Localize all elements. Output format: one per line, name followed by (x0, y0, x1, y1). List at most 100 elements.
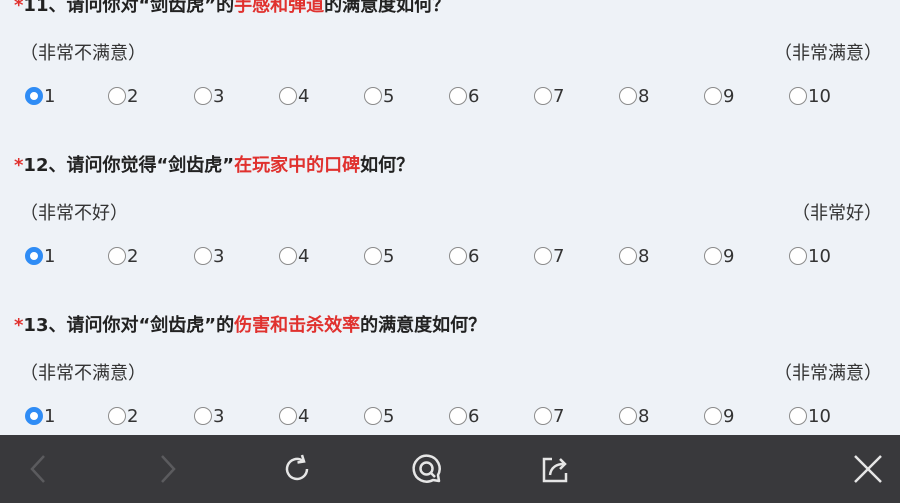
rating-option-8[interactable]: 8 (619, 404, 649, 428)
radio-button[interactable] (108, 407, 126, 425)
rating-option-label: 3 (213, 85, 225, 107)
rating-option-5[interactable]: 5 (364, 84, 394, 108)
radio-button[interactable] (704, 407, 722, 425)
rating-option-8[interactable]: 8 (619, 244, 649, 268)
rating-option-3[interactable]: 3 (194, 244, 224, 268)
rating-option-label: 8 (638, 245, 650, 267)
back-icon (30, 455, 45, 483)
radio-button[interactable] (449, 247, 467, 265)
rating-option-2[interactable]: 2 (108, 404, 138, 428)
rating-option-label: 10 (808, 245, 831, 267)
radio-button[interactable] (108, 87, 126, 105)
radio-button[interactable] (194, 247, 212, 265)
question-title: *13、请问你对“剑齿虎”的伤害和击杀效率的满意度如何？ (14, 314, 486, 338)
rating-option-6[interactable]: 6 (449, 404, 479, 428)
rating-option-1[interactable]: 1 (25, 84, 55, 108)
rating-option-label: 9 (723, 85, 735, 107)
rating-option-label: 4 (298, 405, 310, 427)
rating-option-label: 6 (468, 405, 480, 427)
rating-option-label: 10 (808, 85, 831, 107)
rating-option-label: 4 (298, 245, 310, 267)
rating-option-9[interactable]: 9 (704, 404, 734, 428)
radio-button[interactable] (364, 247, 382, 265)
share-icon (542, 457, 568, 483)
search-button[interactable] (407, 449, 447, 489)
back-button[interactable] (18, 449, 58, 489)
radio-button[interactable] (534, 407, 552, 425)
refresh-button[interactable] (277, 449, 317, 489)
rating-option-label: 10 (808, 405, 831, 427)
rating-options: 1 2 3 4 5 6 7 8 9 10 (0, 84, 900, 108)
rating-option-7[interactable]: 7 (534, 404, 564, 428)
rating-option-1[interactable]: 1 (25, 244, 55, 268)
scale-labels: （非常不好） （非常好） (0, 199, 900, 225)
radio-button[interactable] (364, 87, 382, 105)
rating-option-9[interactable]: 9 (704, 244, 734, 268)
radio-button[interactable] (789, 247, 807, 265)
question-highlight: 伤害和击杀效率 (234, 315, 361, 336)
radio-button[interactable] (789, 87, 807, 105)
rating-option-label: 9 (723, 405, 735, 427)
rating-option-6[interactable]: 6 (449, 244, 479, 268)
rating-option-3[interactable]: 3 (194, 84, 224, 108)
rating-option-label: 6 (468, 85, 480, 107)
radio-button[interactable] (25, 87, 43, 105)
rating-option-10[interactable]: 10 (789, 84, 831, 108)
rating-option-label: 8 (638, 405, 650, 427)
radio-button[interactable] (704, 87, 722, 105)
rating-option-6[interactable]: 6 (449, 84, 479, 108)
rating-option-10[interactable]: 10 (789, 404, 831, 428)
rating-option-10[interactable]: 10 (789, 244, 831, 268)
rating-option-8[interactable]: 8 (619, 84, 649, 108)
radio-button[interactable] (364, 407, 382, 425)
rating-option-label: 4 (298, 85, 310, 107)
rating-option-4[interactable]: 4 (279, 84, 309, 108)
rating-option-label: 5 (383, 245, 395, 267)
forward-button[interactable] (148, 449, 188, 489)
rating-option-7[interactable]: 7 (534, 84, 564, 108)
rating-option-9[interactable]: 9 (704, 84, 734, 108)
radio-button[interactable] (534, 247, 552, 265)
radio-button[interactable] (619, 87, 637, 105)
rating-option-4[interactable]: 4 (279, 244, 309, 268)
rating-option-5[interactable]: 5 (364, 244, 394, 268)
radio-button[interactable] (279, 247, 297, 265)
rating-option-label: 3 (213, 245, 225, 267)
radio-button[interactable] (534, 87, 552, 105)
rating-option-2[interactable]: 2 (108, 244, 138, 268)
close-icon (854, 455, 882, 483)
question-12: *12、请问你觉得“剑齿虎”在玩家中的口碑如何？ （非常不好） （非常好） 12… (0, 154, 900, 315)
radio-button[interactable] (194, 87, 212, 105)
rating-option-1[interactable]: 1 (25, 404, 55, 428)
radio-button[interactable] (789, 407, 807, 425)
radio-button[interactable] (108, 247, 126, 265)
rating-option-label: 3 (213, 405, 225, 427)
rating-option-4[interactable]: 4 (279, 404, 309, 428)
radio-button[interactable] (704, 247, 722, 265)
scale-right-label: （非常好） (792, 203, 882, 224)
radio-button[interactable] (449, 87, 467, 105)
forward-icon (161, 455, 176, 483)
rating-option-5[interactable]: 5 (364, 404, 394, 428)
scale-left-label: （非常不好） (20, 203, 128, 224)
radio-button[interactable] (194, 407, 212, 425)
rating-option-3[interactable]: 3 (194, 404, 224, 428)
question-text: 13、请问你对“剑齿虎”的 (23, 315, 235, 336)
radio-button[interactable] (279, 87, 297, 105)
close-button[interactable] (848, 449, 888, 489)
rating-option-label: 9 (723, 245, 735, 267)
rating-option-label: 2 (127, 85, 139, 107)
share-button[interactable] (536, 449, 576, 489)
scale-labels: （非常不满意） （非常满意） (0, 359, 900, 385)
radio-button[interactable] (449, 407, 467, 425)
question-text-suffix: 的满意度如何？ (360, 315, 487, 336)
rating-option-label: 5 (383, 85, 395, 107)
rating-option-2[interactable]: 2 (108, 84, 138, 108)
rating-option-7[interactable]: 7 (534, 244, 564, 268)
radio-button[interactable] (25, 247, 43, 265)
radio-button[interactable] (279, 407, 297, 425)
rating-option-label: 5 (383, 405, 395, 427)
radio-button[interactable] (619, 247, 637, 265)
radio-button[interactable] (25, 407, 43, 425)
radio-button[interactable] (619, 407, 637, 425)
